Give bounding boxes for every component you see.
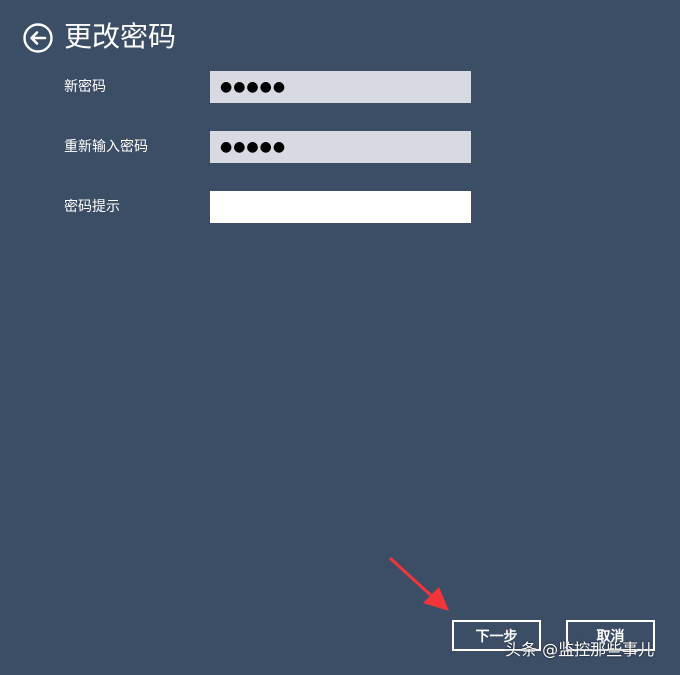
red-arrow-annotation-icon [389,557,449,611]
new-password-field[interactable]: ●●●●● [210,71,471,103]
password-hint-field[interactable] [210,191,471,223]
password-hint-label: 密码提示 [64,199,120,215]
back-button[interactable] [23,23,53,53]
watermark: 头条 @监控那些事儿 [505,640,655,659]
new-password-label: 新密码 [64,79,106,95]
page-title: 更改密码 [64,20,177,53]
confirm-password-label: 重新输入密码 [64,139,148,155]
back-arrow-circle-icon [23,23,53,53]
confirm-password-field[interactable]: ●●●●● [210,131,471,163]
